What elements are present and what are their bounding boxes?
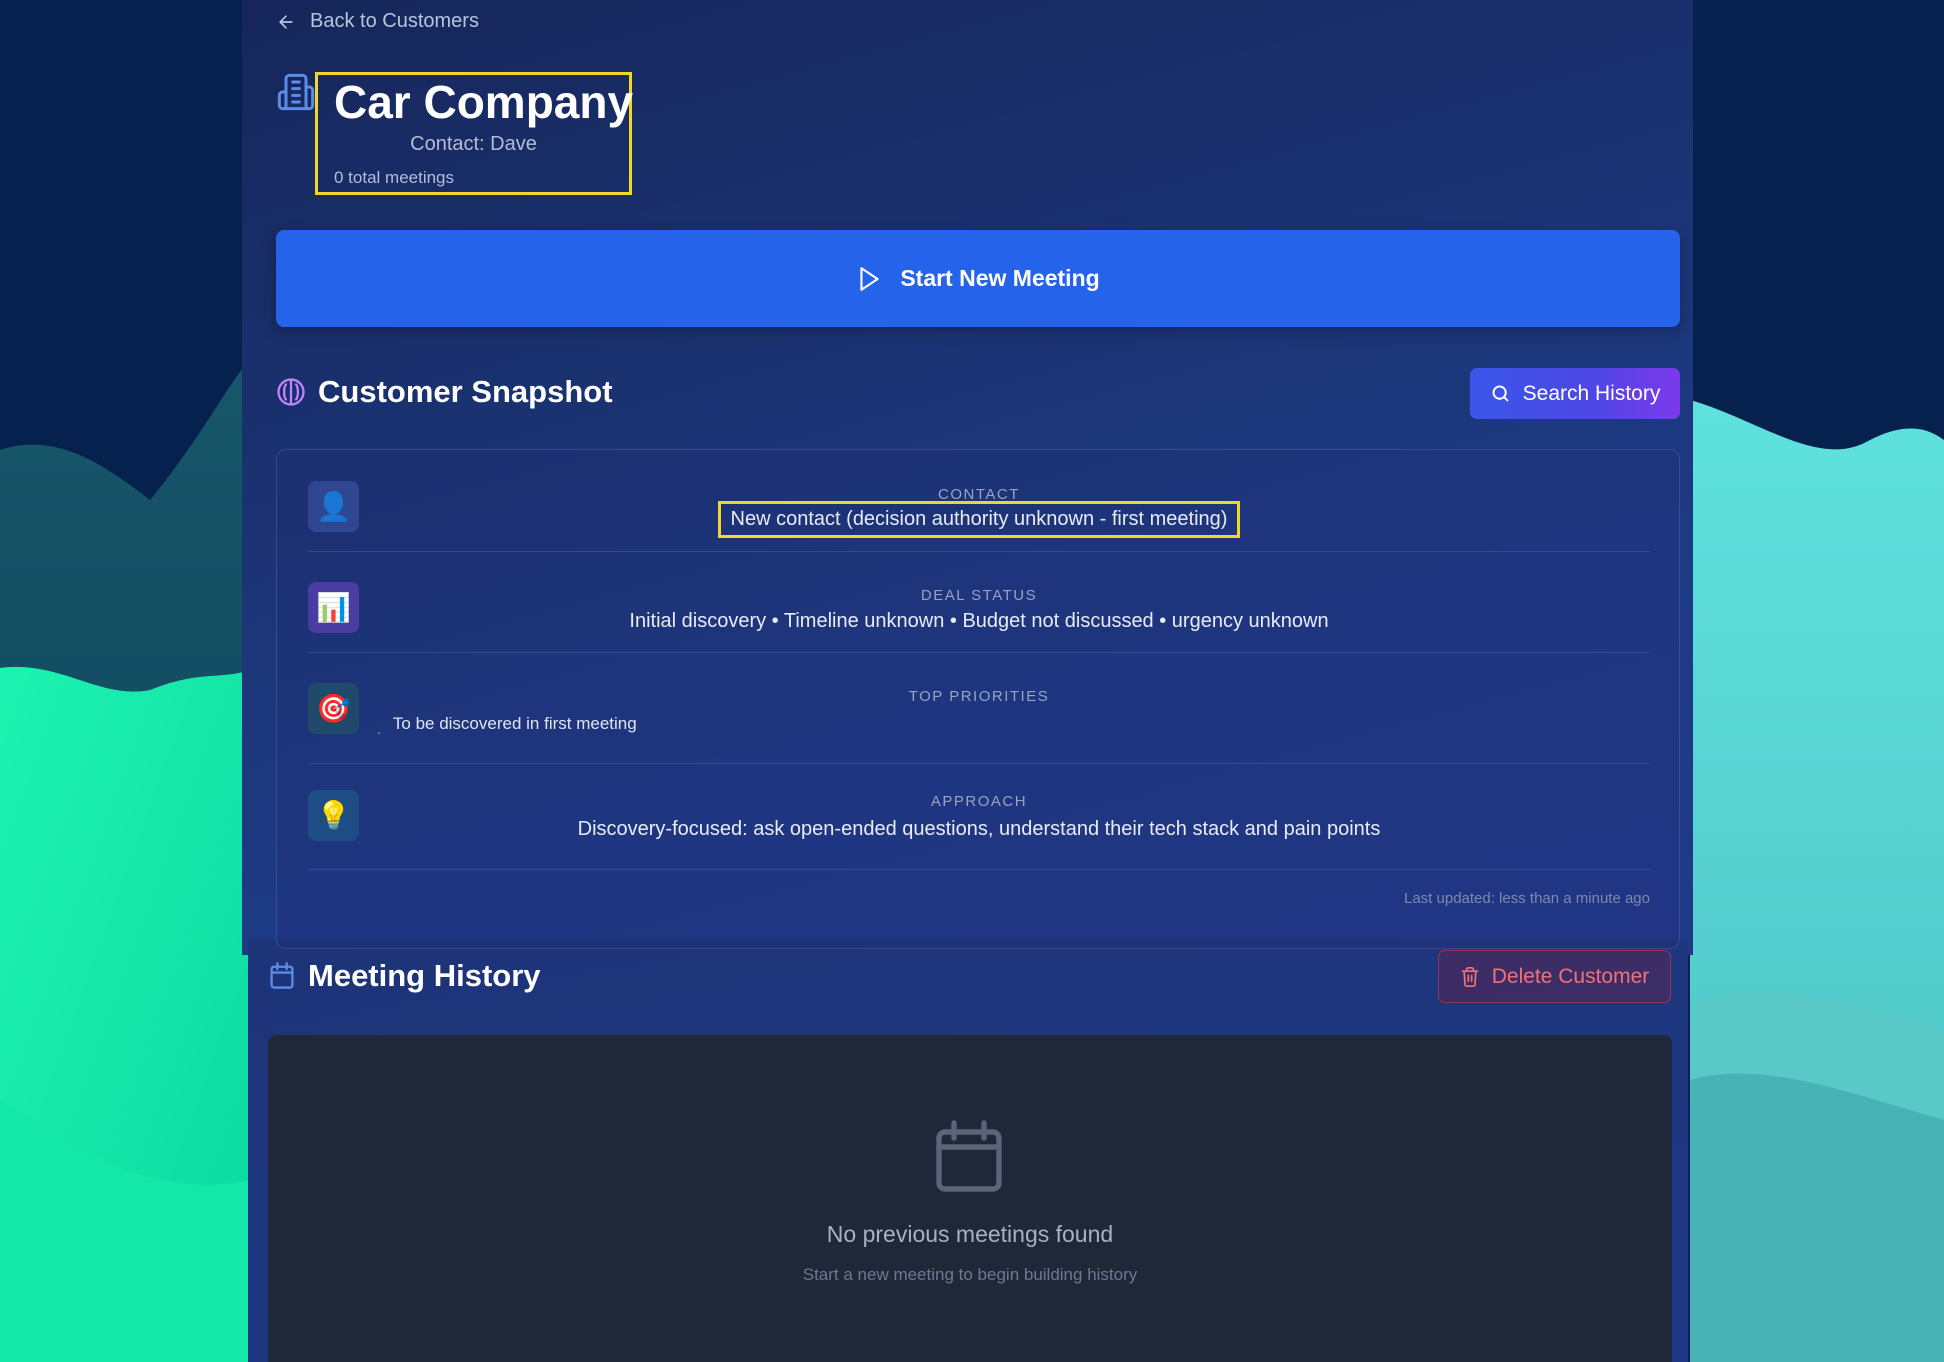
deal-status-value: Initial discovery • Timeline unknown • B…: [629, 610, 1329, 632]
delete-customer-label: Delete Customer: [1491, 964, 1650, 988]
snapshot-title: Customer Snapshot: [318, 374, 613, 409]
approach-label: APPROACH: [930, 793, 1028, 810]
empty-state-title: No previous meetings found: [826, 1221, 1114, 1247]
snapshot-approach-row: 💡 APPROACH Discovery-focused: ask open-e…: [308, 790, 1650, 870]
meetings-count: 0 total meetings: [334, 168, 455, 187]
approach-value: Discovery-focused: ask open-ended questi…: [577, 818, 1381, 840]
calendar-empty-icon: [936, 1120, 1002, 1192]
divider: [308, 652, 1650, 653]
snapshot-priorities-row: 🎯 TOP PRIORITIES . To be discovered in f…: [308, 683, 1650, 764]
history-header: Meeting History: [268, 958, 541, 994]
divider: [308, 763, 1650, 764]
last-updated-row: Last updated: less than a minute ago: [308, 890, 1650, 914]
contact-name: Contact: Dave: [410, 133, 537, 155]
search-icon: [1492, 385, 1509, 402]
calendar-icon: [270, 962, 294, 989]
contact-value-wrap: New contact (decision authority unknown …: [308, 501, 1650, 538]
priorities-label: TOP PRIORITIES: [908, 688, 1050, 705]
back-to-customers-link[interactable]: Back to Customers: [276, 10, 479, 33]
priority-item: . To be discovered in first meeting: [377, 714, 637, 737]
delete-customer-button[interactable]: Delete Customer: [1438, 950, 1671, 1003]
trash-icon: [1461, 966, 1479, 987]
bullet-dot: .: [377, 721, 381, 737]
search-history-button[interactable]: Search History: [1470, 368, 1680, 419]
history-title: Meeting History: [308, 958, 541, 993]
priority-text: To be discovered in first meeting: [392, 714, 637, 733]
snapshot-deal-row: 📊 DEAL STATUS Initial discovery • Timeli…: [308, 582, 1650, 653]
divider: [308, 551, 1650, 552]
search-history-label: Search History: [1522, 381, 1661, 405]
snapshot-contact-row: 👤 CONTACT New contact (decision authorit…: [308, 481, 1650, 552]
contact-value: New contact (decision authority unknown …: [717, 501, 1241, 538]
company-name: Car Company: [334, 76, 634, 128]
snapshot-header: Customer Snapshot: [276, 374, 613, 410]
empty-state-subtitle: Start a new meeting to begin building hi…: [802, 1265, 1138, 1284]
snapshot-card: 👤 CONTACT New contact (decision authorit…: [276, 449, 1680, 949]
brain-icon: [277, 378, 305, 406]
start-meeting-label: Start New Meeting: [900, 265, 1100, 291]
deal-status-label: DEAL STATUS: [920, 587, 1038, 604]
customer-header: Car Company Contact: Dave 0 total meetin…: [315, 72, 634, 195]
meeting-history-list: No previous meetings found Start a new m…: [268, 1035, 1672, 1362]
play-icon: [860, 266, 880, 291]
start-new-meeting-button[interactable]: Start New Meeting: [276, 230, 1680, 327]
back-link-label: Back to Customers: [310, 10, 479, 32]
arrow-left-icon: [279, 14, 293, 29]
divider: [308, 869, 1650, 870]
last-updated: Last updated: less than a minute ago: [1403, 890, 1650, 907]
building-icon: [277, 73, 315, 111]
